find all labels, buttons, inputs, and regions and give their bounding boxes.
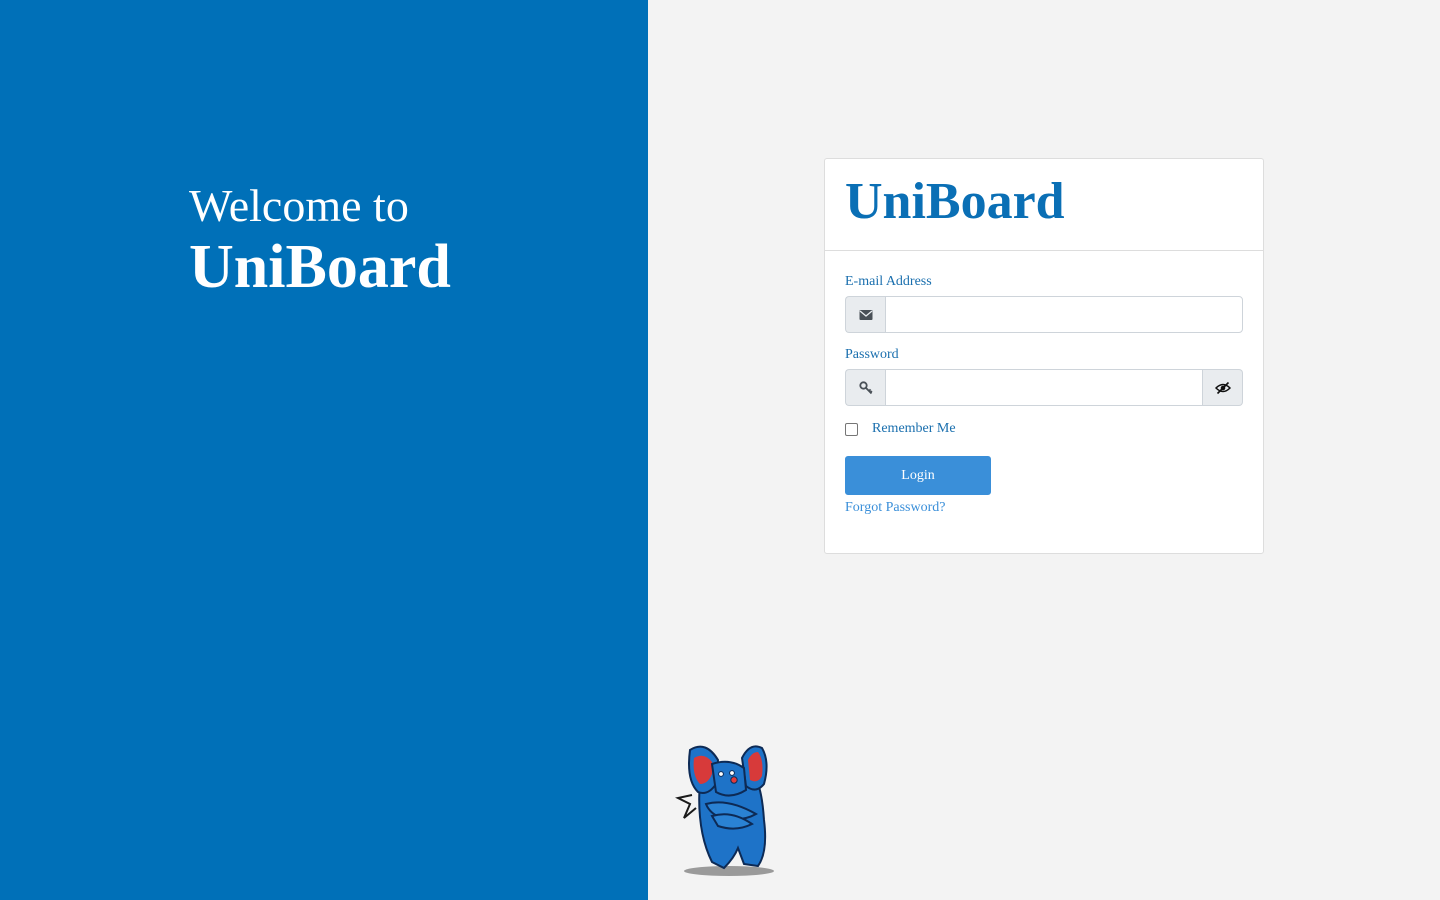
email-input-group — [845, 296, 1243, 333]
welcome-brand-name: UniBoard — [189, 233, 451, 301]
login-button[interactable]: Login — [845, 456, 991, 495]
remember-me-label[interactable]: Remember Me — [872, 421, 956, 437]
welcome-heading: Welcome to UniBoard — [189, 180, 451, 302]
envelope-icon — [845, 296, 885, 333]
password-label: Password — [845, 347, 899, 362]
eye-slash-icon[interactable] — [1203, 369, 1243, 406]
login-card: UniBoard E-mail Address Password Remembe… — [824, 158, 1264, 554]
remember-me-checkbox[interactable] — [845, 422, 858, 436]
password-input-group — [845, 369, 1243, 406]
card-header: UniBoard — [825, 159, 1263, 251]
key-icon — [845, 369, 885, 406]
email-label: E-mail Address — [845, 274, 932, 289]
card-title: UniBoard — [845, 173, 1065, 230]
forgot-password-link[interactable]: Forgot Password? — [845, 499, 1243, 517]
mascot-illustration — [675, 745, 774, 876]
remember-me-row: Remember Me — [845, 419, 1243, 439]
password-input[interactable] — [885, 369, 1203, 406]
email-input[interactable] — [885, 296, 1243, 333]
welcome-text: Welcome to — [189, 180, 409, 231]
welcome-panel: Welcome to UniBoard — [0, 0, 648, 900]
login-form: E-mail Address Password Remember Me Logi… — [825, 251, 1263, 517]
login-panel: UniBoard E-mail Address Password Remembe… — [648, 0, 1440, 900]
